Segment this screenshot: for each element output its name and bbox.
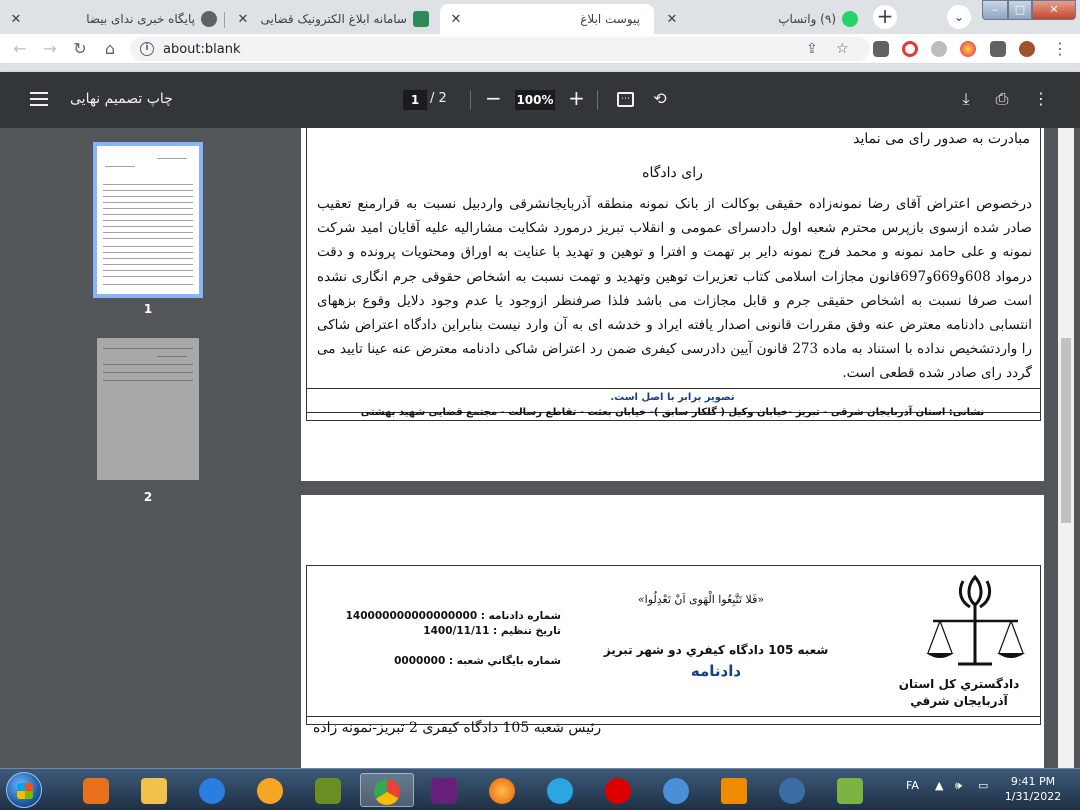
thumbnail-sidebar: 1 2 <box>0 128 288 768</box>
scrollbar-thumb[interactable] <box>1061 338 1071 523</box>
zoom-input[interactable]: 100% <box>515 90 555 110</box>
close-icon[interactable]: ✕ <box>8 12 24 27</box>
taskbar-visual-studio[interactable] <box>418 773 472 807</box>
tab-title: پایگاه خبری ندای بیضا <box>86 12 195 26</box>
start-button[interactable] <box>6 772 42 808</box>
back-button[interactable]: ← <box>10 39 30 59</box>
pdf-page-1: مبادرت به صدور رای می نماید رای دادگاه د… <box>301 128 1044 481</box>
globe-icon <box>201 11 217 27</box>
top-line: مبادرت به صدور رای می نماید <box>853 131 1030 147</box>
taskbar-ie[interactable] <box>186 773 240 807</box>
network-icon[interactable]: ▭ <box>978 779 988 792</box>
zoom-out-button[interactable]: − <box>485 86 502 110</box>
tab-attachment[interactable]: پیوست ابلاغ ✕ <box>440 4 654 34</box>
print-icon[interactable]: ⎙ <box>992 89 1012 109</box>
taskbar-explorer[interactable] <box>128 773 182 807</box>
ruling-body: درخصوص اعتراض آقای رضا نمونه‌زاده حقیقی … <box>317 196 1032 382</box>
tab-news-site[interactable]: پایگاه خبری ندای بیضا ✕ <box>0 4 225 34</box>
whatsapp-icon <box>842 11 858 27</box>
close-icon[interactable]: ✕ <box>235 12 251 27</box>
fit-page-icon[interactable]: ⋯ <box>617 92 634 107</box>
taskbar-app-blue[interactable] <box>766 773 820 807</box>
taskbar-chrome[interactable] <box>360 773 414 807</box>
thumbnail-page-2[interactable] <box>97 338 199 480</box>
judiciary-emblem-icon <box>926 574 1025 666</box>
zoom-in-button[interactable]: + <box>568 86 585 110</box>
extension-gray-icon[interactable] <box>931 41 947 57</box>
puzzle-icon[interactable] <box>990 41 1006 57</box>
ruling-heading: رای دادگاه <box>642 165 703 181</box>
close-icon[interactable]: ✕ <box>448 12 464 27</box>
home-button[interactable]: ⌂ <box>100 39 120 59</box>
taskbar-vlc[interactable] <box>708 773 762 807</box>
forward-button[interactable]: → <box>40 39 60 59</box>
menu-icon[interactable] <box>30 92 48 106</box>
ruling-number: شماره دادنامه : 140000000000000000 <box>345 610 561 622</box>
quran-verse: «فَلا تَتَّبِعُوا الْهَوی اَنْ تَعْدِلُو… <box>637 593 765 606</box>
address-bar[interactable]: i about:blank ⇪ ☆ <box>130 37 870 61</box>
volume-icon[interactable]: 🕪 <box>955 779 962 793</box>
tab-title: پیوست ابلاغ <box>580 12 640 26</box>
thumbnail-number: 2 <box>143 490 153 504</box>
taskbar: FA ▲ 🕪 ▭ 9:41 PM 1/31/2022 <box>0 768 1080 810</box>
close-icon[interactable]: ✕ <box>664 12 680 27</box>
thumbnail-number: 1 <box>143 302 153 316</box>
tab-title: (۹) واتساپ <box>778 12 836 26</box>
download-icon[interactable]: ⤓ <box>956 89 976 109</box>
extension-icon[interactable] <box>873 41 889 57</box>
pdf-page-2: دادگستري کل استان آذربایجان شرقي «فَلا ت… <box>301 495 1044 768</box>
reload-button[interactable]: ↻ <box>70 39 90 59</box>
court-address: نشانی: استان آذربایجان شرقی - تبریز -خیا… <box>360 407 985 418</box>
menu-icon[interactable]: ⋮ <box>1050 39 1070 59</box>
taskbar-app-stack[interactable] <box>824 773 878 807</box>
tab-title: سامانه ابلاغ الکترونیک قضایی <box>260 12 407 26</box>
bookmark-star-icon[interactable]: ☆ <box>836 41 849 57</box>
clock-date: 1/31/2022 <box>1004 790 1062 803</box>
minimize-button[interactable]: – <box>982 0 1008 20</box>
opera-icon[interactable] <box>902 41 918 57</box>
pdf-viewer[interactable]: مبادرت به صدور رای می نماید رای دادگاه د… <box>288 128 1080 768</box>
court-branch: شعبه 105 دادگاه کیفري دو شهر تبریز <box>603 643 829 657</box>
taskbar-opera[interactable] <box>592 773 646 807</box>
document-type: دادنامه <box>690 662 742 680</box>
issue-date: تاریخ تنظیم : 1400/11/11 <box>423 625 561 637</box>
taskbar-telegram[interactable] <box>534 773 588 807</box>
page-total: / 2 <box>430 91 447 106</box>
viewer-scrollbar[interactable] <box>1058 128 1074 768</box>
new-tab-button[interactable]: + <box>873 5 897 29</box>
browser-toolbar: ← → ↻ ⌂ i about:blank ⇪ ☆ ⋮ <box>0 34 1080 64</box>
clock[interactable]: 9:41 PM 1/31/2022 <box>1000 774 1066 804</box>
maximize-button[interactable]: □ <box>1008 0 1032 20</box>
avatar[interactable] <box>1019 41 1035 57</box>
tab-strip: پایگاه خبری ندای بیضا ✕ سامانه ابلاغ الک… <box>0 0 1080 34</box>
taskbar-app-circle[interactable] <box>650 773 704 807</box>
archive-number: شماره بایگاني شعبه : 0000000 <box>394 655 561 667</box>
close-window-button[interactable]: ✕ <box>1032 0 1076 20</box>
rotate-icon[interactable]: ⟲ <box>650 89 670 109</box>
extension-color-icon[interactable] <box>960 41 976 57</box>
page-number-input[interactable]: 1 <box>403 90 427 110</box>
info-icon[interactable]: i <box>140 42 154 56</box>
clock-time: 9:41 PM <box>1010 775 1056 788</box>
taskbar-app-orange[interactable] <box>244 773 298 807</box>
thumbnail-page-1[interactable] <box>93 142 203 298</box>
certified-copy-note: تصویر برابر با اصل است. <box>610 392 735 403</box>
share-icon[interactable]: ⇪ <box>806 41 818 57</box>
url-text: about:blank <box>163 42 241 57</box>
court-organization: دادگستري کل استان آذربایجان شرقي <box>898 677 1020 708</box>
document-title: چاپ تصمیم نهایی <box>70 91 173 107</box>
tray-arrow-icon[interactable]: ▲ <box>935 779 943 792</box>
org-icon <box>413 11 429 27</box>
pdf-toolbar: چاپ تصمیم نهایی 1 / 2 − 100% + ⋯ ⟲ ⤓ ⎙ ⋮ <box>0 72 1080 128</box>
tab-e-notice[interactable]: سامانه ابلاغ الکترونیک قضایی ✕ <box>227 4 437 34</box>
language-indicator[interactable]: FA <box>906 779 919 792</box>
more-options-icon[interactable]: ⋮ <box>1031 89 1051 109</box>
tab-search-button[interactable]: ⌄ <box>947 5 971 29</box>
taskbar-media-player[interactable] <box>70 773 124 807</box>
judge-line: رئیس شعبه 105 دادگاه کیفری 2 تبریز-نمونه… <box>313 720 602 736</box>
tab-whatsapp[interactable]: (۹) واتساپ ✕ <box>656 4 866 34</box>
taskbar-eye-app[interactable] <box>302 773 356 807</box>
taskbar-firefox[interactable] <box>476 773 530 807</box>
